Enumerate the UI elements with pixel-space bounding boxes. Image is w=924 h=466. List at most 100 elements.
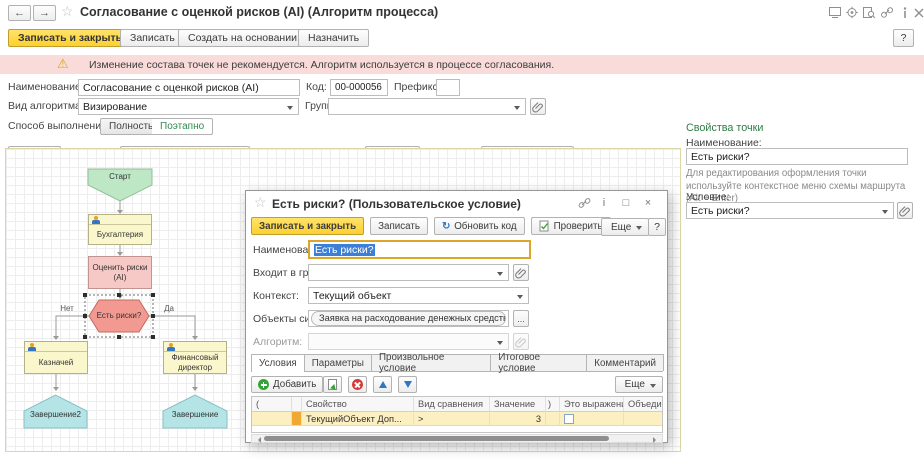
back-button[interactable]: ← [8,5,31,21]
name-input[interactable]: Согласование с оценкой рисков (AI) [78,79,300,96]
tab-parameters[interactable]: Параметры [304,354,372,371]
table-header-row: ( Свойство Вид сравнения Значение ) Это … [252,397,663,412]
dialog-group-open-button[interactable] [513,264,529,281]
code-input[interactable]: 00-000056 [330,79,388,96]
condition-dialog: ☆ Есть риски? (Пользовательское условие)… [245,190,668,443]
dialog-name-input[interactable]: Есть риски? [308,240,531,259]
algorithm-type-label: Вид алгоритма: [8,100,84,112]
dialog-save-button[interactable]: Записать [370,217,428,235]
add-row-button[interactable]: Добавить [251,376,323,393]
dialog-favorite-star-icon[interactable]: ☆ [254,194,267,211]
scrollbar-thumb[interactable] [264,436,609,441]
forward-button[interactable]: → [33,5,56,21]
name-value: Согласование с оценкой рисков (AI) [83,82,259,94]
execution-staged-toggle[interactable]: Поэтапно [152,118,213,135]
tab-label: Комментарий [594,358,656,369]
tab-label: Итоговое условие [498,352,579,374]
group-open-button[interactable] [530,98,546,115]
tab-comment[interactable]: Комментарий [586,354,664,371]
dialog-info-icon[interactable]: i [597,197,611,209]
dialog-help-button[interactable]: ? [648,218,666,236]
info-icon[interactable] [898,6,912,19]
create-based-on-button[interactable]: Создать на основании [178,29,315,47]
tab-label: Параметры [312,358,364,369]
prefix-label: Префикс: [394,81,441,93]
col-value[interactable]: Значение [490,397,546,412]
help-label: ? [901,32,907,44]
point-condition-select[interactable]: Есть риски? [686,202,894,219]
gear-icon[interactable] [845,6,859,19]
dialog-system-objects-field[interactable]: Заявка на расходование денежных средств … [308,310,509,327]
cell-value[interactable]: 3 [490,412,546,426]
col-join[interactable]: Объединение с [624,397,663,412]
dialog-maximize-icon[interactable]: □ [619,197,633,209]
algorithm-type-select[interactable]: Визирование [78,98,299,115]
save-button[interactable]: Записать [120,29,185,47]
algorithm-type-value: Визирование [83,101,147,113]
prefix-input[interactable] [436,79,460,96]
tab-conditions[interactable]: Условия [251,354,305,372]
point-name-input[interactable]: Есть риски? [686,148,908,165]
dialog-check-button[interactable]: Проверить [531,217,611,235]
col-close-paren[interactable]: ) [546,397,560,412]
expression-checkbox[interactable] [564,414,574,424]
favorite-star-icon[interactable]: ☆ [61,3,74,20]
col-property[interactable]: Свойство [302,397,414,412]
scroll-left-arrow[interactable] [255,437,261,443]
dialog-algorithm-open-button[interactable] [513,333,529,350]
node-header [25,342,87,352]
move-up-button[interactable] [373,376,392,393]
dialog-group-select[interactable] [308,264,509,281]
cell-property[interactable]: ТекущийОбъект Доп... [302,412,414,426]
node-treasurer[interactable]: Казначей [24,341,88,374]
titlebar: ← → ☆ Согласование с оценкой рисков (AI)… [0,0,924,26]
warning-icon: ⚠ [57,57,69,71]
node-accounting-label: Бухгалтерия [90,225,150,244]
node-fin-director[interactable]: Финансовый директор [163,341,227,374]
dialog-check-label: Проверить [554,221,603,232]
dialog-more-button[interactable]: Еще [601,218,649,236]
close-icon[interactable] [912,6,924,19]
col-open-paren[interactable]: ( [252,397,292,412]
cell-comparison[interactable]: > [414,412,490,426]
node-assess-risks-label: Оценить риски (AI) [90,257,150,288]
help-button[interactable]: ? [893,29,914,47]
cell-open-paren [252,412,292,426]
dialog-context-select[interactable]: Текущий объект [308,287,529,304]
node-assess-risks[interactable]: Оценить риски (AI) [88,256,152,289]
col-is-expression[interactable]: Это выражение [560,397,624,412]
paperclip-icon [532,101,544,113]
tab-custom-condition[interactable]: Произвольное условие [371,354,491,371]
dialog-system-objects-choose-button[interactable]: ... [513,310,529,327]
system-object-tag[interactable]: Заявка на расходование денежных средств … [311,311,506,326]
table-row[interactable]: ТекущийОбъект Доп... > 3 [252,412,663,426]
table-more-button[interactable]: Еще [615,376,663,393]
node-accounting[interactable]: Бухгалтерия [88,214,152,245]
cell-close-paren [546,412,560,426]
dialog-close-icon[interactable]: × [641,197,655,209]
col-comparison[interactable]: Вид сравнения [414,397,490,412]
search-document-icon[interactable] [862,6,876,19]
scroll-right-arrow[interactable] [653,437,659,443]
dialog-update-code-button[interactable]: ↻ Обновить код [434,217,525,235]
group-select[interactable] [328,98,526,115]
save-and-close-button[interactable]: Записать и закрыть [8,29,132,47]
conditions-table[interactable]: ( Свойство Вид сравнения Значение ) Это … [251,396,663,433]
assign-button[interactable]: Назначить [298,29,369,47]
tab-total-condition[interactable]: Итоговое условие [490,354,587,371]
delete-icon [352,379,363,390]
point-condition-open-button[interactable] [897,202,913,219]
dialog-algorithm-select[interactable] [308,333,509,350]
warning-banner: ⚠ Изменение состава точек не рекомендует… [0,55,924,74]
arrow-down-icon [404,381,412,392]
delete-row-button[interactable] [348,376,367,393]
copy-row-button[interactable] [323,376,342,393]
link-icon[interactable] [880,6,894,19]
dialog-link-icon[interactable] [577,197,591,212]
table-horizontal-scrollbar[interactable] [251,434,663,443]
monitor-icon[interactable] [828,6,842,19]
dialog-save-and-close-button[interactable]: Записать и закрыть [251,217,364,235]
node-header [89,215,151,225]
point-name-value: Есть риски? [691,151,750,163]
move-down-button[interactable] [398,376,417,393]
